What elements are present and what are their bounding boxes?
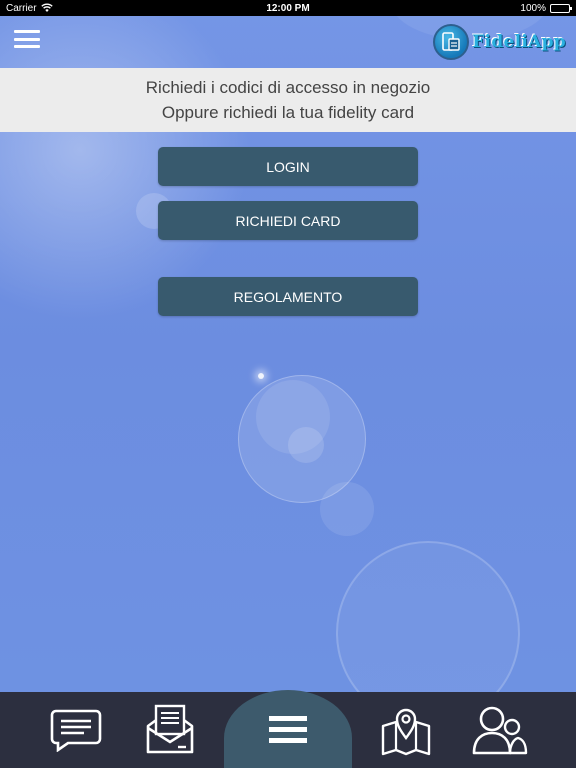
bokeh-decoration: [256, 380, 330, 454]
status-right: 100%: [520, 2, 572, 14]
wifi-icon: [40, 3, 53, 12]
tab-menu[interactable]: [243, 692, 333, 768]
tab-messages[interactable]: [31, 692, 121, 768]
info-line-2: Oppure richiedi la tua fidelity card: [161, 103, 415, 122]
battery-label: 100%: [520, 2, 546, 14]
bokeh-decoration: [258, 373, 264, 379]
status-bar: Carrier 12:00 PM 100%: [0, 0, 576, 16]
hamburger-line: [14, 37, 40, 41]
app-logo: FideliApp: [433, 24, 566, 60]
login-button[interactable]: LOGIN: [158, 147, 418, 186]
battery-icon: [550, 3, 572, 13]
bokeh-decoration: [320, 482, 374, 536]
mail-icon: [146, 704, 194, 754]
menu-icon: [269, 716, 307, 743]
tab-bar: [0, 690, 576, 768]
tab-profile[interactable]: [455, 692, 545, 768]
tab-news[interactable]: [125, 692, 215, 768]
hamburger-line: [14, 30, 40, 33]
app-header: FideliApp: [0, 16, 576, 68]
request-card-button[interactable]: RICHIEDI CARD: [158, 201, 418, 240]
hamburger-line: [14, 45, 40, 48]
status-left: Carrier: [6, 3, 53, 14]
info-banner: Richiedi i codici di accesso in negozio …: [0, 68, 576, 132]
app-screen: Carrier 12:00 PM 100% FideliApp Richiedi…: [0, 0, 576, 768]
users-icon: [472, 706, 528, 755]
logo-text: FideliApp: [472, 32, 566, 52]
bokeh-decoration: [238, 375, 366, 503]
chat-icon: [50, 709, 102, 752]
status-time: 12:00 PM: [266, 2, 310, 14]
info-line-1: Richiedi i codici di accesso in negozio: [145, 78, 431, 97]
tab-map[interactable]: [361, 692, 451, 768]
bokeh-decoration: [288, 427, 324, 463]
carrier-label: Carrier: [6, 2, 37, 14]
phone-card-icon: [433, 24, 470, 60]
hamburger-menu-button[interactable]: [14, 30, 40, 48]
rules-button[interactable]: REGOLAMENTO: [158, 277, 418, 316]
map-pin-icon: [381, 708, 431, 756]
